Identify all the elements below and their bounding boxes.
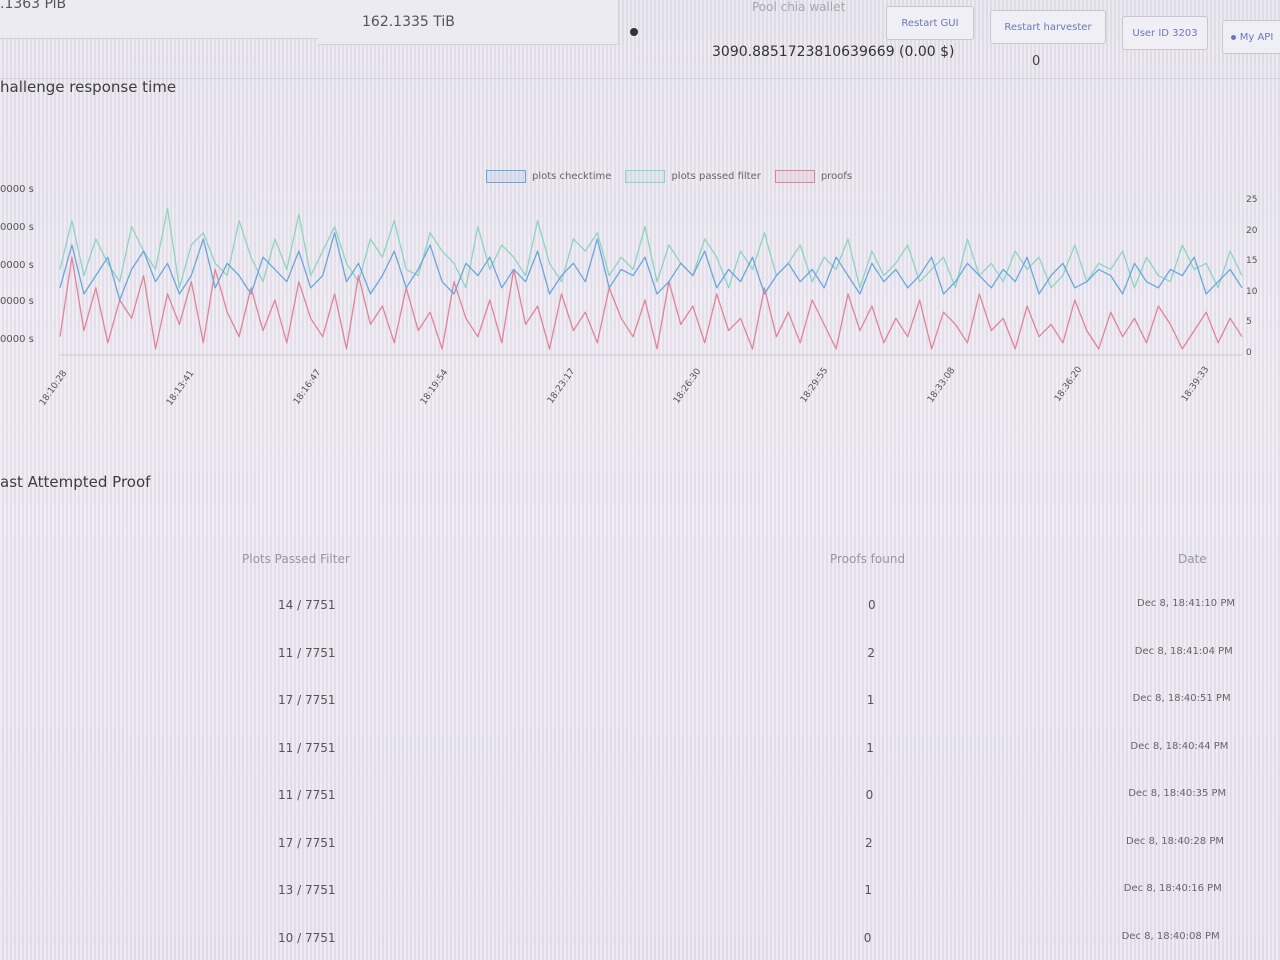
y-right-tick: 5 (1246, 317, 1252, 328)
cell-plots-passed: 10 / 7751 (278, 930, 336, 945)
plot-size-cell: 162.1335 TiB (318, 0, 619, 45)
cell-date: Dec 8, 18:40:08 PM (1121, 930, 1220, 942)
column-header-proofs[interactable]: Proofs found (830, 552, 905, 566)
page: .1363 PiB 162.1335 TiB Pool chia wallet … (0, 0, 1280, 960)
my-api-button[interactable]: My API (1222, 20, 1280, 54)
cell-plots-passed: 17 / 7751 (278, 835, 336, 850)
cell-proofs-found: 0 (868, 598, 876, 612)
y-left-tick: 0000 s (0, 184, 34, 195)
column-header-date[interactable]: Date (1178, 552, 1207, 566)
y-left-tick: 0000 s (0, 260, 34, 271)
api-dot-icon (1230, 34, 1236, 40)
cell-proofs-found: 1 (864, 883, 873, 897)
cell-plots-passed: 11 / 7751 (278, 740, 336, 755)
cell-proofs-found: 0 (865, 788, 874, 802)
cell-proofs-found: 1 (866, 693, 875, 707)
cell-plots-passed: 14 / 7751 (278, 598, 336, 612)
cell-proofs-found: 2 (867, 645, 876, 660)
y-right-tick: 10 (1246, 286, 1258, 297)
restart-harvester-button[interactable]: Restart harvester (990, 10, 1106, 44)
y-left-tick: 0000 s (0, 296, 34, 307)
cell-plots-passed: 17 / 7751 (278, 693, 336, 707)
cell-date: Dec 8, 18:40:51 PM (1132, 693, 1231, 704)
netspace-value: .1363 PiB (0, 0, 67, 12)
y-right-tick: 15 (1246, 256, 1258, 267)
counter-value: 0 (1032, 54, 1041, 69)
table-row: 10 / 7751 0 Dec 8, 18:40:08 PM (0, 931, 1280, 960)
cell-date: Dec 8, 18:41:04 PM (1134, 645, 1233, 657)
table-row: 14 / 7751 0 Dec 8, 18:41:10 PM (0, 598, 1280, 638)
cell-proofs-found: 2 (865, 835, 873, 850)
cell-plots-passed: 11 / 7751 (278, 788, 336, 802)
challenge-chart: plots checktime plots passed filter proo… (0, 150, 1280, 430)
table-row: 11 / 7751 0 Dec 8, 18:40:35 PM (0, 788, 1280, 828)
series-line-plots-checktime (59, 232, 1243, 301)
table-row: 11 / 7751 1 Dec 8, 18:40:44 PM (0, 741, 1280, 781)
cell-date: Dec 8, 18:41:10 PM (1137, 598, 1235, 609)
table-row: 17 / 7751 1 Dec 8, 18:40:51 PM (0, 693, 1280, 733)
my-api-label: My API (1239, 31, 1274, 43)
y-right-tick: 20 (1246, 225, 1258, 236)
y-left-tick: 0000 s (0, 334, 34, 345)
table-row: 11 / 7751 2 Dec 8, 18:41:04 PM (0, 646, 1280, 686)
proof-section-title: ast Attempted Proof (0, 473, 151, 491)
chart-section-title: hallenge response time (0, 78, 177, 96)
user-id-button[interactable]: User ID 3203 (1122, 16, 1208, 50)
column-header-passed[interactable]: Plots Passed Filter (242, 552, 350, 566)
stats-bar: .1363 PiB 162.1335 TiB Pool chia wallet … (0, 0, 1280, 79)
wallet-amount: 3090.8851723810639669 (0.00 $) (712, 44, 955, 60)
netspace-cell: .1363 PiB (0, 0, 319, 39)
y-right-tick: 0 (1246, 348, 1252, 358)
table-row: 13 / 7751 1 Dec 8, 18:40:16 PM (0, 883, 1280, 923)
cell-date: Dec 8, 18:40:28 PM (1126, 835, 1224, 847)
cell-date: Dec 8, 18:40:16 PM (1123, 883, 1222, 894)
cell-plots-passed: 11 / 7751 (278, 645, 336, 660)
cell-proofs-found: 1 (866, 740, 874, 755)
y-left-tick: 0000 s (0, 222, 34, 233)
cell-date: Dec 8, 18:40:44 PM (1130, 740, 1229, 752)
cell-date: Dec 8, 18:40:35 PM (1128, 788, 1227, 799)
cell-plots-passed: 13 / 7751 (278, 883, 336, 897)
status-dot-icon (630, 28, 638, 36)
restart-gui-button[interactable]: Restart GUI (886, 6, 974, 40)
chart-plot-area (59, 207, 1243, 356)
plot-size-value: 162.1335 TiB (362, 14, 455, 30)
y-right-tick: 25 (1246, 195, 1258, 206)
cell-proofs-found: 0 (863, 930, 872, 945)
table-row: 17 / 7751 2 Dec 8, 18:40:28 PM (0, 836, 1280, 876)
wallet-label: Pool chia wallet (752, 0, 846, 14)
